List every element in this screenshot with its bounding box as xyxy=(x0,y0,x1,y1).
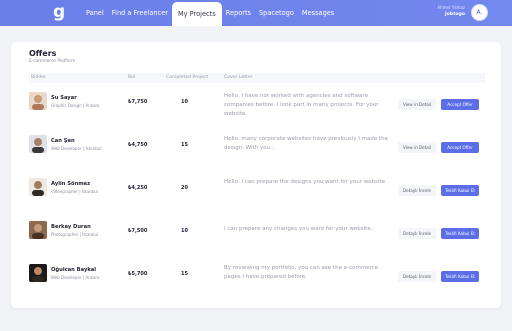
view-detail-button[interactable]: View in Detail xyxy=(398,99,436,110)
cover-letter: By reviewing my portfolio, you can see t… xyxy=(224,265,379,280)
table-row: Aylin Sönmez Videographer | İstanbul ₺4,… xyxy=(29,178,485,222)
completed-projects: 15 xyxy=(181,142,188,148)
bidder-name[interactable]: Berkay Duran xyxy=(51,224,91,230)
nav-find-freelancer[interactable]: Find a Freelancer xyxy=(108,0,172,26)
bidder-photo xyxy=(29,178,47,196)
view-detail-button[interactable]: Detaylı İncele xyxy=(398,271,436,282)
accept-offer-button[interactable]: Teklifi Kabul Et xyxy=(441,228,479,239)
accept-offer-button[interactable]: Accept Offer xyxy=(441,142,479,153)
table-row: Can Şen Web Developer | İstanbul ₺4,750 … xyxy=(29,135,485,179)
bidder-role: Videographer | İstanbul xyxy=(51,189,98,194)
completed-projects: 20 xyxy=(181,185,188,191)
bidder-role: Photographer | İstanbul xyxy=(51,232,99,237)
table-row: Oğulcan Baykal Web Developer | Ankara ₺5… xyxy=(29,264,485,308)
bidder-name[interactable]: Oğulcan Baykal xyxy=(51,267,96,273)
main-nav: Panel Find a Freelancer My Projects Repo… xyxy=(82,0,338,26)
column-header-bid: Bid xyxy=(128,75,136,80)
nav-my-projects[interactable]: My Projects xyxy=(171,2,222,26)
view-detail-button[interactable]: Detaylı İncele xyxy=(398,185,436,196)
accept-offer-button[interactable]: Teklifi Kabul Et xyxy=(441,185,479,196)
cover-letter: I can prepare any changes you want for y… xyxy=(224,226,373,232)
bidder-photo xyxy=(29,221,47,239)
column-header-completed: Completed Project xyxy=(166,75,209,80)
bid-amount: ₺4,750 xyxy=(128,142,148,148)
bidder-photo xyxy=(29,135,47,153)
table-header: Bidder Bid Completed Project Cover Lette… xyxy=(29,73,485,83)
avatar[interactable]: A. xyxy=(471,4,488,21)
column-header-cover-letter: Cover Letter xyxy=(224,75,253,80)
page-subtitle: E-commerce Platform xyxy=(29,59,76,64)
logo[interactable]: g xyxy=(53,3,67,23)
bid-amount: ₺5,700 xyxy=(128,271,148,277)
bidder-name[interactable]: Aylin Sönmez xyxy=(51,181,90,187)
bidder-photo xyxy=(29,92,47,110)
bidder-name[interactable]: Can Şen xyxy=(51,138,75,144)
bidder-role: Web Developer | İstanbul xyxy=(51,146,102,151)
cover-letter: Hello, I can prepare the designs you wan… xyxy=(224,179,387,185)
completed-projects: 10 xyxy=(181,228,188,234)
top-navigation-bar: g Panel Find a Freelancer My Projects Re… xyxy=(0,0,512,26)
cover-letter: Hello, many corporate websites have prev… xyxy=(224,136,389,151)
view-detail-button[interactable]: View in Detail xyxy=(398,142,436,153)
bid-amount: ₺7,750 xyxy=(128,99,148,105)
accept-offer-button[interactable]: Teklifi Kabul Et xyxy=(441,271,479,282)
bid-amount: ₺7,500 xyxy=(128,228,148,234)
bidder-name[interactable]: Su Sayar xyxy=(51,95,77,101)
bidder-role: Graphic Design | Ankara xyxy=(51,103,100,108)
nav-messages[interactable]: Messages xyxy=(298,0,338,26)
completed-projects: 10 xyxy=(181,99,188,105)
column-header-bidder: Bidder xyxy=(31,75,46,80)
nav-reports[interactable]: Reports xyxy=(222,0,255,26)
table-row: Su Sayar Graphic Design | Ankara ₺7,750 … xyxy=(29,92,485,136)
bidder-photo xyxy=(29,264,47,282)
view-detail-button[interactable]: Detaylı İncele xyxy=(398,228,436,239)
accept-offer-button[interactable]: Accept Offer xyxy=(441,99,479,110)
table-row: Berkay Duran Photographer | İstanbul ₺7,… xyxy=(29,221,485,265)
cover-letter: Hello, I have not worked with agencies a… xyxy=(224,93,379,117)
user-info[interactable]: Ahmet Yılmaz Jobtogo xyxy=(437,5,465,19)
nav-spacetogo[interactable]: Spacetogo xyxy=(255,0,298,26)
nav-panel[interactable]: Panel xyxy=(82,0,108,26)
completed-projects: 15 xyxy=(181,271,188,277)
offers-card: Offers E-commerce Platform Bidder Bid Co… xyxy=(11,42,501,308)
bid-amount: ₺4,250 xyxy=(128,185,148,191)
user-company: Jobtogo xyxy=(445,12,465,17)
bidder-role: Web Developer | Ankara xyxy=(51,275,100,280)
page-title: Offers xyxy=(29,49,57,58)
